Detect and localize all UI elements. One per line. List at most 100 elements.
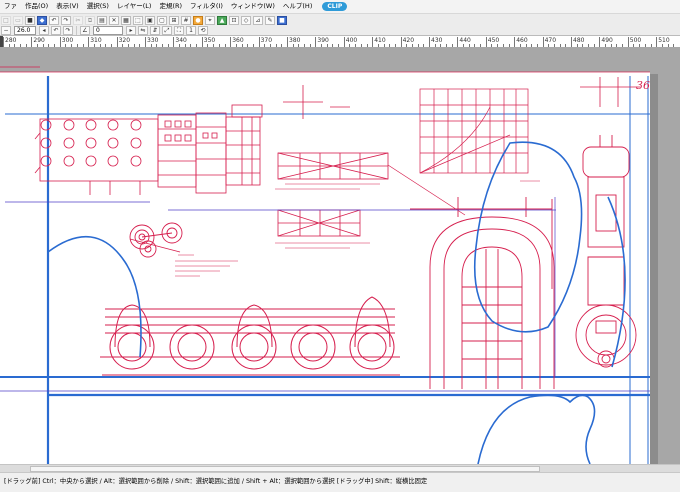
paste-icon[interactable]: ▤ xyxy=(97,15,107,25)
color-set-icon[interactable]: ■ xyxy=(277,15,287,25)
menu-item-layer[interactable]: レイヤー(L) xyxy=(113,0,156,13)
menu-item-view[interactable]: 表示(V) xyxy=(52,0,83,13)
menu-item-select[interactable]: 選択(S) xyxy=(83,0,113,13)
page-number: 36 xyxy=(636,79,650,92)
zoom-field[interactable]: 26.0 xyxy=(14,25,36,35)
menu-item-file[interactable]: ファ xyxy=(0,0,21,13)
ruler-label: 290 xyxy=(33,37,45,44)
ruler-label: 510 xyxy=(658,37,670,44)
angle-step-icon[interactable]: ▸ xyxy=(126,25,136,35)
page-shadow xyxy=(650,74,658,464)
status-bar: [ドラッグ前] Ctrl：中央から選択 / Alt：選択範囲から削除 / Shi… xyxy=(0,472,680,492)
frame-icon[interactable]: ⛶ xyxy=(174,25,184,35)
zoom-out-icon[interactable]: − xyxy=(1,25,11,35)
deselect-icon[interactable]: ▢ xyxy=(157,15,167,25)
fill-icon[interactable]: ▦ xyxy=(121,15,131,25)
ruler-label: 310 xyxy=(90,37,102,44)
ruler-label: 370 xyxy=(260,37,273,44)
ruler-tick xyxy=(599,37,601,47)
ruler-tick xyxy=(145,37,146,47)
angle-icon[interactable]: ∠ xyxy=(80,25,90,35)
ruler-tick xyxy=(3,37,4,47)
open-icon[interactable]: ▭ xyxy=(13,15,23,25)
undo-icon[interactable]: ↶ xyxy=(49,15,59,25)
snap-grid-icon[interactable]: ⊡ xyxy=(229,15,239,25)
ruler-tick xyxy=(230,37,232,47)
ruler-tick xyxy=(542,37,544,47)
flip-vertical-icon[interactable]: ⇵ xyxy=(150,25,160,35)
ruler-label: 400 xyxy=(345,37,358,44)
ruler-label: 390 xyxy=(317,37,329,44)
menu-item-ruler[interactable]: 定規(R) xyxy=(155,0,186,13)
ruler-tick xyxy=(88,37,90,47)
clip-studio-icon[interactable]: ◆ xyxy=(37,15,47,25)
clear-icon[interactable]: ✕ xyxy=(109,15,119,25)
zoom-step-icon[interactable]: ◂ xyxy=(39,25,49,35)
rotate-right-icon[interactable]: ↷ xyxy=(63,25,73,35)
ruler-label: 380 xyxy=(289,37,301,44)
ruler-label: 410 xyxy=(374,37,386,44)
copy-icon[interactable]: ⧉ xyxy=(85,15,95,25)
transform-icon[interactable]: ⬚ xyxy=(133,15,143,25)
perspective-icon[interactable]: ⊿ xyxy=(253,15,263,25)
snap-icon[interactable]: ⌖ xyxy=(205,15,215,25)
menu-item-story[interactable]: 作品(O) xyxy=(21,0,52,13)
ruler-tick xyxy=(258,37,260,47)
ruler-tick xyxy=(429,37,430,47)
ruler-tick xyxy=(372,37,374,47)
pen-icon[interactable]: ✎ xyxy=(265,15,275,25)
ruler-tick xyxy=(343,37,345,47)
fit-icon[interactable]: ⤢ xyxy=(162,25,172,35)
layer-color-icon[interactable]: ● xyxy=(193,15,203,25)
ruler-display-icon[interactable]: ⊞ xyxy=(169,15,179,25)
menu-item-window[interactable]: ウィンドウ(W) xyxy=(227,0,279,13)
menu-item-help[interactable]: ヘルプ(H) xyxy=(279,0,316,13)
snap-special-icon[interactable]: ◇ xyxy=(241,15,251,25)
ruler-label: 480 xyxy=(573,37,585,44)
select-all-icon[interactable]: ▣ xyxy=(145,15,155,25)
ruler-label: 430 xyxy=(431,37,443,44)
save-icon[interactable]: ■ xyxy=(25,15,35,25)
separator xyxy=(76,25,77,35)
status-text: [ドラッグ前] Ctrl：中央から選択 / Alt：選択範囲から削除 / Shi… xyxy=(4,478,428,485)
new-file-icon[interactable]: □ xyxy=(1,15,11,25)
ruler-tick xyxy=(514,37,516,47)
ruler-tick xyxy=(59,37,61,47)
redo-icon[interactable]: ↷ xyxy=(61,15,71,25)
drawing-canvas[interactable]: 36 xyxy=(0,47,680,464)
ruler-tick xyxy=(201,37,203,47)
ruler-tick xyxy=(31,37,33,47)
canvas-area[interactable]: 36 xyxy=(0,47,680,464)
ruler-tick xyxy=(116,37,118,47)
ruler-tick xyxy=(571,37,572,47)
page-paper xyxy=(0,72,650,464)
ruler-label: 460 xyxy=(516,37,528,44)
grid-icon[interactable]: # xyxy=(181,15,191,25)
ruler-label: 440 xyxy=(459,37,471,44)
angle-field[interactable]: 0 xyxy=(93,25,123,35)
rotate-left-icon[interactable]: ↶ xyxy=(51,25,61,35)
ruler-tick xyxy=(656,37,658,47)
ruler-tick xyxy=(457,37,459,47)
actual-size-icon[interactable]: 1 xyxy=(186,25,196,35)
ruler-label: 470 xyxy=(544,37,557,44)
ruler-label: 300 xyxy=(61,37,74,44)
cut-icon[interactable]: ✂ xyxy=(73,15,83,25)
ruler-label: 360 xyxy=(232,37,244,44)
clip-badge[interactable]: CLIP xyxy=(322,2,348,11)
ruler-tick xyxy=(627,37,629,47)
ruler-label: 350 xyxy=(203,37,216,44)
snap-ruler-icon[interactable]: ▲ xyxy=(217,15,227,25)
property-bar: − 26.0 ◂ ↶ ↷ ∠ 0 ▸ ⇋ ⇵ ⤢ ⛶ 1 ⟲ xyxy=(0,25,680,35)
ruler-tick xyxy=(400,37,402,47)
menu-item-filter[interactable]: フィルタ(I) xyxy=(186,0,227,13)
ruler-label: 450 xyxy=(487,37,500,44)
ruler-label: 280 xyxy=(5,37,17,44)
ruler-label: 320 xyxy=(118,37,131,44)
reset-view-icon[interactable]: ⟲ xyxy=(198,25,208,35)
ruler-tick xyxy=(287,37,288,47)
flip-horizontal-icon[interactable]: ⇋ xyxy=(138,25,148,35)
ruler-tick xyxy=(485,37,487,47)
ruler-label: 330 xyxy=(147,37,159,44)
menu-bar: ファ 作品(O) 表示(V) 選択(S) レイヤー(L) 定規(R) フィルタ(… xyxy=(0,0,680,13)
